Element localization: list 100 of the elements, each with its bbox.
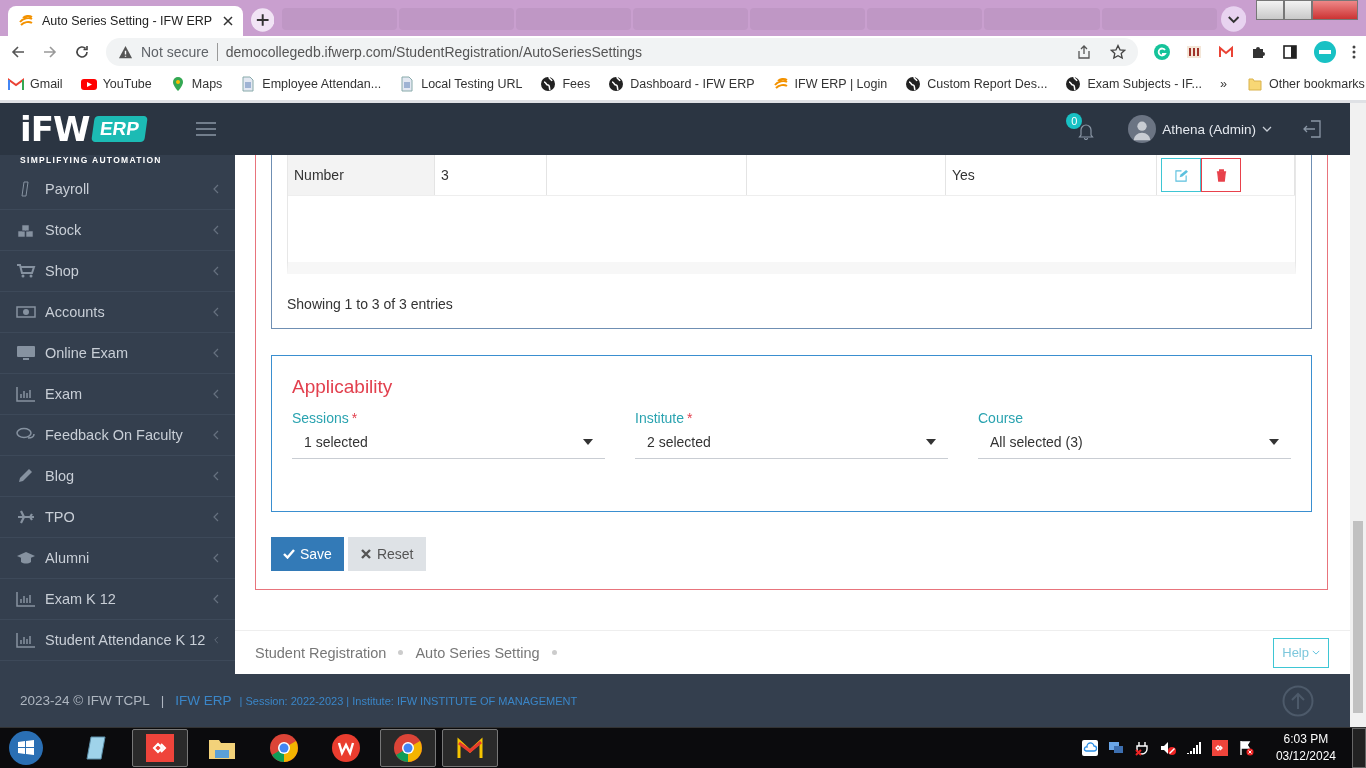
- bookmark-link[interactable]: Local Testing URL: [399, 76, 523, 92]
- bookmark-link[interactable]: Exam Subjects - IF...: [1065, 76, 1202, 92]
- chevron-down-icon[interactable]: [1220, 6, 1246, 32]
- menu-item-icon: [16, 304, 36, 320]
- logout-icon[interactable]: [1302, 119, 1322, 139]
- more-bookmarks-button[interactable]: »: [1220, 77, 1227, 91]
- star-icon[interactable]: [1110, 44, 1126, 60]
- field-label: Course: [978, 410, 1024, 426]
- bookmark-icon: [240, 76, 257, 92]
- multiselect-dropdown[interactable]: 1 selected: [292, 426, 605, 459]
- menu-item-icon: [16, 345, 36, 361]
- close-icon: [359, 549, 372, 559]
- session-info: | Session: 2022-2023 | Institute: IFW INSTITUTE OF MANAGEMENT: [239, 694, 578, 707]
- multiselect-dropdown[interactable]: All selected (3): [978, 426, 1291, 459]
- bookmark-icon: [80, 76, 97, 92]
- back-arrow-icon[interactable]: [10, 44, 26, 60]
- menu-item-icon: [16, 632, 36, 648]
- network-icon[interactable]: [1107, 740, 1124, 756]
- menu-icon[interactable]: [1352, 44, 1356, 60]
- bookmark-icon: [399, 76, 416, 92]
- bookmark-link[interactable]: Dashboard - IFW ERP: [608, 76, 755, 92]
- forward-arrow-icon[interactable]: [42, 44, 58, 60]
- reload-icon[interactable]: [74, 44, 90, 60]
- chevron-left-icon: [213, 266, 219, 276]
- logo-tagline: SIMPLIFYING AUTOMATION: [20, 155, 162, 165]
- sidebar-item[interactable]: Student Attendance K 12: [0, 620, 235, 661]
- bookmark-icon: [608, 76, 625, 92]
- menu-item-icon: [16, 386, 36, 402]
- breadcrumb-separator: [398, 650, 404, 655]
- menu-item-icon: [16, 591, 36, 607]
- delete-button[interactable]: [1201, 158, 1241, 192]
- chevron-down-icon: [1262, 126, 1272, 132]
- reset-button[interactable]: Reset: [347, 537, 426, 571]
- signal-icon[interactable]: [1185, 740, 1202, 756]
- multiselect-dropdown[interactable]: 2 selected: [635, 426, 948, 459]
- window-controls[interactable]: [1255, 0, 1358, 20]
- user-menu[interactable]: Athena (Admin): [1128, 115, 1272, 143]
- required-mark: *: [351, 410, 358, 426]
- bookmark-link[interactable]: Employee Attendan...: [240, 76, 382, 92]
- avatar-icon: [1128, 115, 1157, 143]
- new-tab-icon[interactable]: [250, 8, 274, 32]
- copyright-text: 2023-24 © IFW TCPL: [20, 693, 150, 708]
- bookmark-link[interactable]: IFW ERP | Login: [772, 76, 888, 92]
- chevron-left-icon: [213, 553, 219, 563]
- bookmark-link[interactable]: Maps: [169, 76, 223, 92]
- caret-icon: [926, 439, 936, 445]
- save-button[interactable]: Save: [271, 537, 344, 571]
- taskbar-app[interactable]: [442, 729, 498, 767]
- caret-icon: [583, 439, 593, 445]
- logo-wordmark[interactable]: iFW: [20, 109, 90, 149]
- address-bar[interactable]: Not secure democollegedb.ifwerp.com/StudentRegistration/AutoSeriesSettings: [106, 38, 1138, 66]
- breadcrumb-link[interactable]: Student Registration: [255, 644, 387, 661]
- bookmark-icon: [8, 76, 24, 92]
- show-desktop-button[interactable]: [1352, 728, 1366, 768]
- caret-icon: [1269, 439, 1279, 445]
- chevron-left-icon: [213, 594, 219, 604]
- breadcrumb-separator: [551, 650, 557, 655]
- sidebar-item[interactable]: Accounts: [0, 292, 235, 333]
- check-icon: [283, 549, 295, 559]
- scrollbar[interactable]: [1350, 103, 1366, 727]
- sidebar-item[interactable]: Online Exam: [0, 333, 235, 374]
- taskbar-app[interactable]: [380, 729, 436, 767]
- menu-item-icon: [16, 263, 36, 279]
- menu-item-icon: [16, 550, 36, 566]
- table-info: Showing 1 to 3 of 3 entries: [287, 295, 454, 314]
- menu-item-icon: [16, 509, 36, 525]
- clock[interactable]: 6:03 PM 03/12/2024: [1275, 731, 1336, 765]
- puzzle-icon[interactable]: [1250, 44, 1266, 60]
- flag-icon[interactable]: [1237, 740, 1254, 756]
- start-button[interactable]: [8, 730, 44, 766]
- bookmark-link[interactable]: Custom Report Des...: [905, 76, 1048, 92]
- close-icon[interactable]: [222, 16, 233, 26]
- bell-icon[interactable]: [1078, 122, 1095, 140]
- chevron-left-icon: [213, 307, 219, 317]
- sidebar-item[interactable]: Stock: [0, 210, 235, 251]
- share-icon[interactable]: [1076, 44, 1092, 60]
- chevron-left-icon: [213, 389, 219, 399]
- side-panel-icon[interactable]: [1282, 44, 1298, 60]
- cloud-icon[interactable]: [1081, 740, 1098, 756]
- field-label: Sessions: [292, 410, 349, 426]
- app-icon: [269, 733, 299, 763]
- app-icon: [331, 733, 361, 763]
- menu-item-icon: [16, 222, 36, 238]
- mail-extension-icon[interactable]: [1218, 44, 1234, 60]
- folder-icon: [1246, 76, 1263, 92]
- trash-icon: [1214, 168, 1228, 182]
- power-plug-icon[interactable]: [1133, 740, 1150, 756]
- chevron-left-icon: [214, 635, 219, 645]
- bookmark-link[interactable]: Gmail: [8, 76, 63, 92]
- bookmark-link[interactable]: YouTube: [80, 76, 152, 92]
- anydesk-icon[interactable]: [1211, 740, 1228, 756]
- chevron-left-icon: [213, 512, 219, 522]
- taskbar-app[interactable]: [132, 729, 188, 767]
- muted-speaker-icon[interactable]: [1159, 740, 1176, 756]
- app-icon: [145, 733, 175, 763]
- bookmark-folder[interactable]: Other bookmarks: [1246, 76, 1365, 92]
- breadcrumb-link[interactable]: Auto Series Setting: [415, 644, 540, 661]
- extension-icon[interactable]: [1186, 44, 1202, 60]
- browser-tab[interactable]: Auto Series Setting - IFW ERP: [8, 6, 243, 36]
- bookmark-link[interactable]: Fees: [540, 76, 591, 92]
